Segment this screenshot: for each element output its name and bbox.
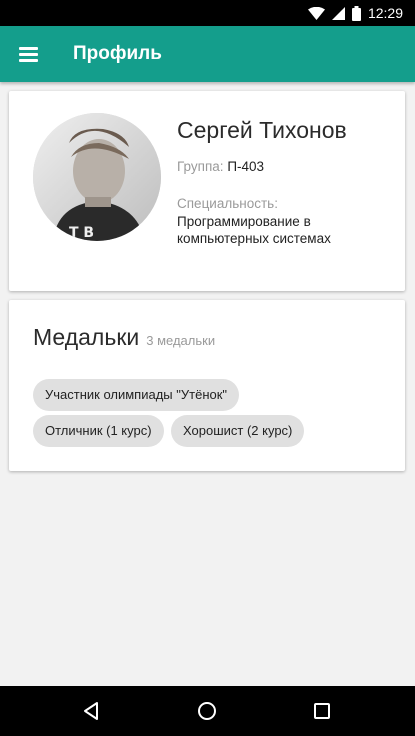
- profile-card: T B Сергей Тихонов Группа: П-403 Специал…: [9, 91, 405, 291]
- menu-icon[interactable]: [10, 38, 50, 70]
- recents-icon[interactable]: [292, 686, 352, 736]
- page-title: Профиль: [73, 43, 162, 64]
- medal-chip[interactable]: Хорошист (2 курс): [171, 415, 305, 447]
- status-icons: 12:29: [307, 4, 403, 22]
- medal-chip[interactable]: Отличник (1 курс): [33, 415, 164, 447]
- medals-header: Медальки 3 медальки: [33, 324, 215, 351]
- group-row: Группа: П-403: [177, 159, 264, 174]
- medals-title: Медальки: [33, 324, 140, 350]
- group-label: Группа:: [177, 159, 224, 174]
- avatar-photo: T B: [33, 113, 161, 241]
- back-icon[interactable]: [61, 686, 121, 736]
- signal-icon: [331, 6, 345, 20]
- specialty-value: Программирование в компьютерных системах: [177, 214, 331, 246]
- wifi-icon: [307, 6, 325, 20]
- group-value: П-403: [227, 159, 265, 174]
- profile-name: Сергей Тихонов: [177, 117, 347, 143]
- home-icon[interactable]: [177, 686, 237, 736]
- status-time: 12:29: [367, 5, 403, 21]
- svg-text:T B: T B: [69, 225, 94, 241]
- app-bar: Профиль: [0, 26, 415, 82]
- medals-count: 3 медальки: [146, 333, 216, 348]
- avatar: T B: [33, 113, 161, 241]
- battery-icon: [351, 5, 361, 21]
- navigation-bar: [0, 686, 415, 736]
- specialty-label: Специальность:: [177, 196, 278, 211]
- medals-card: Медальки 3 медальки Участник олимпиады "…: [9, 300, 405, 471]
- status-bar: 12:29: [0, 0, 415, 26]
- medal-chip[interactable]: Участник олимпиады "Утёнок": [33, 379, 240, 411]
